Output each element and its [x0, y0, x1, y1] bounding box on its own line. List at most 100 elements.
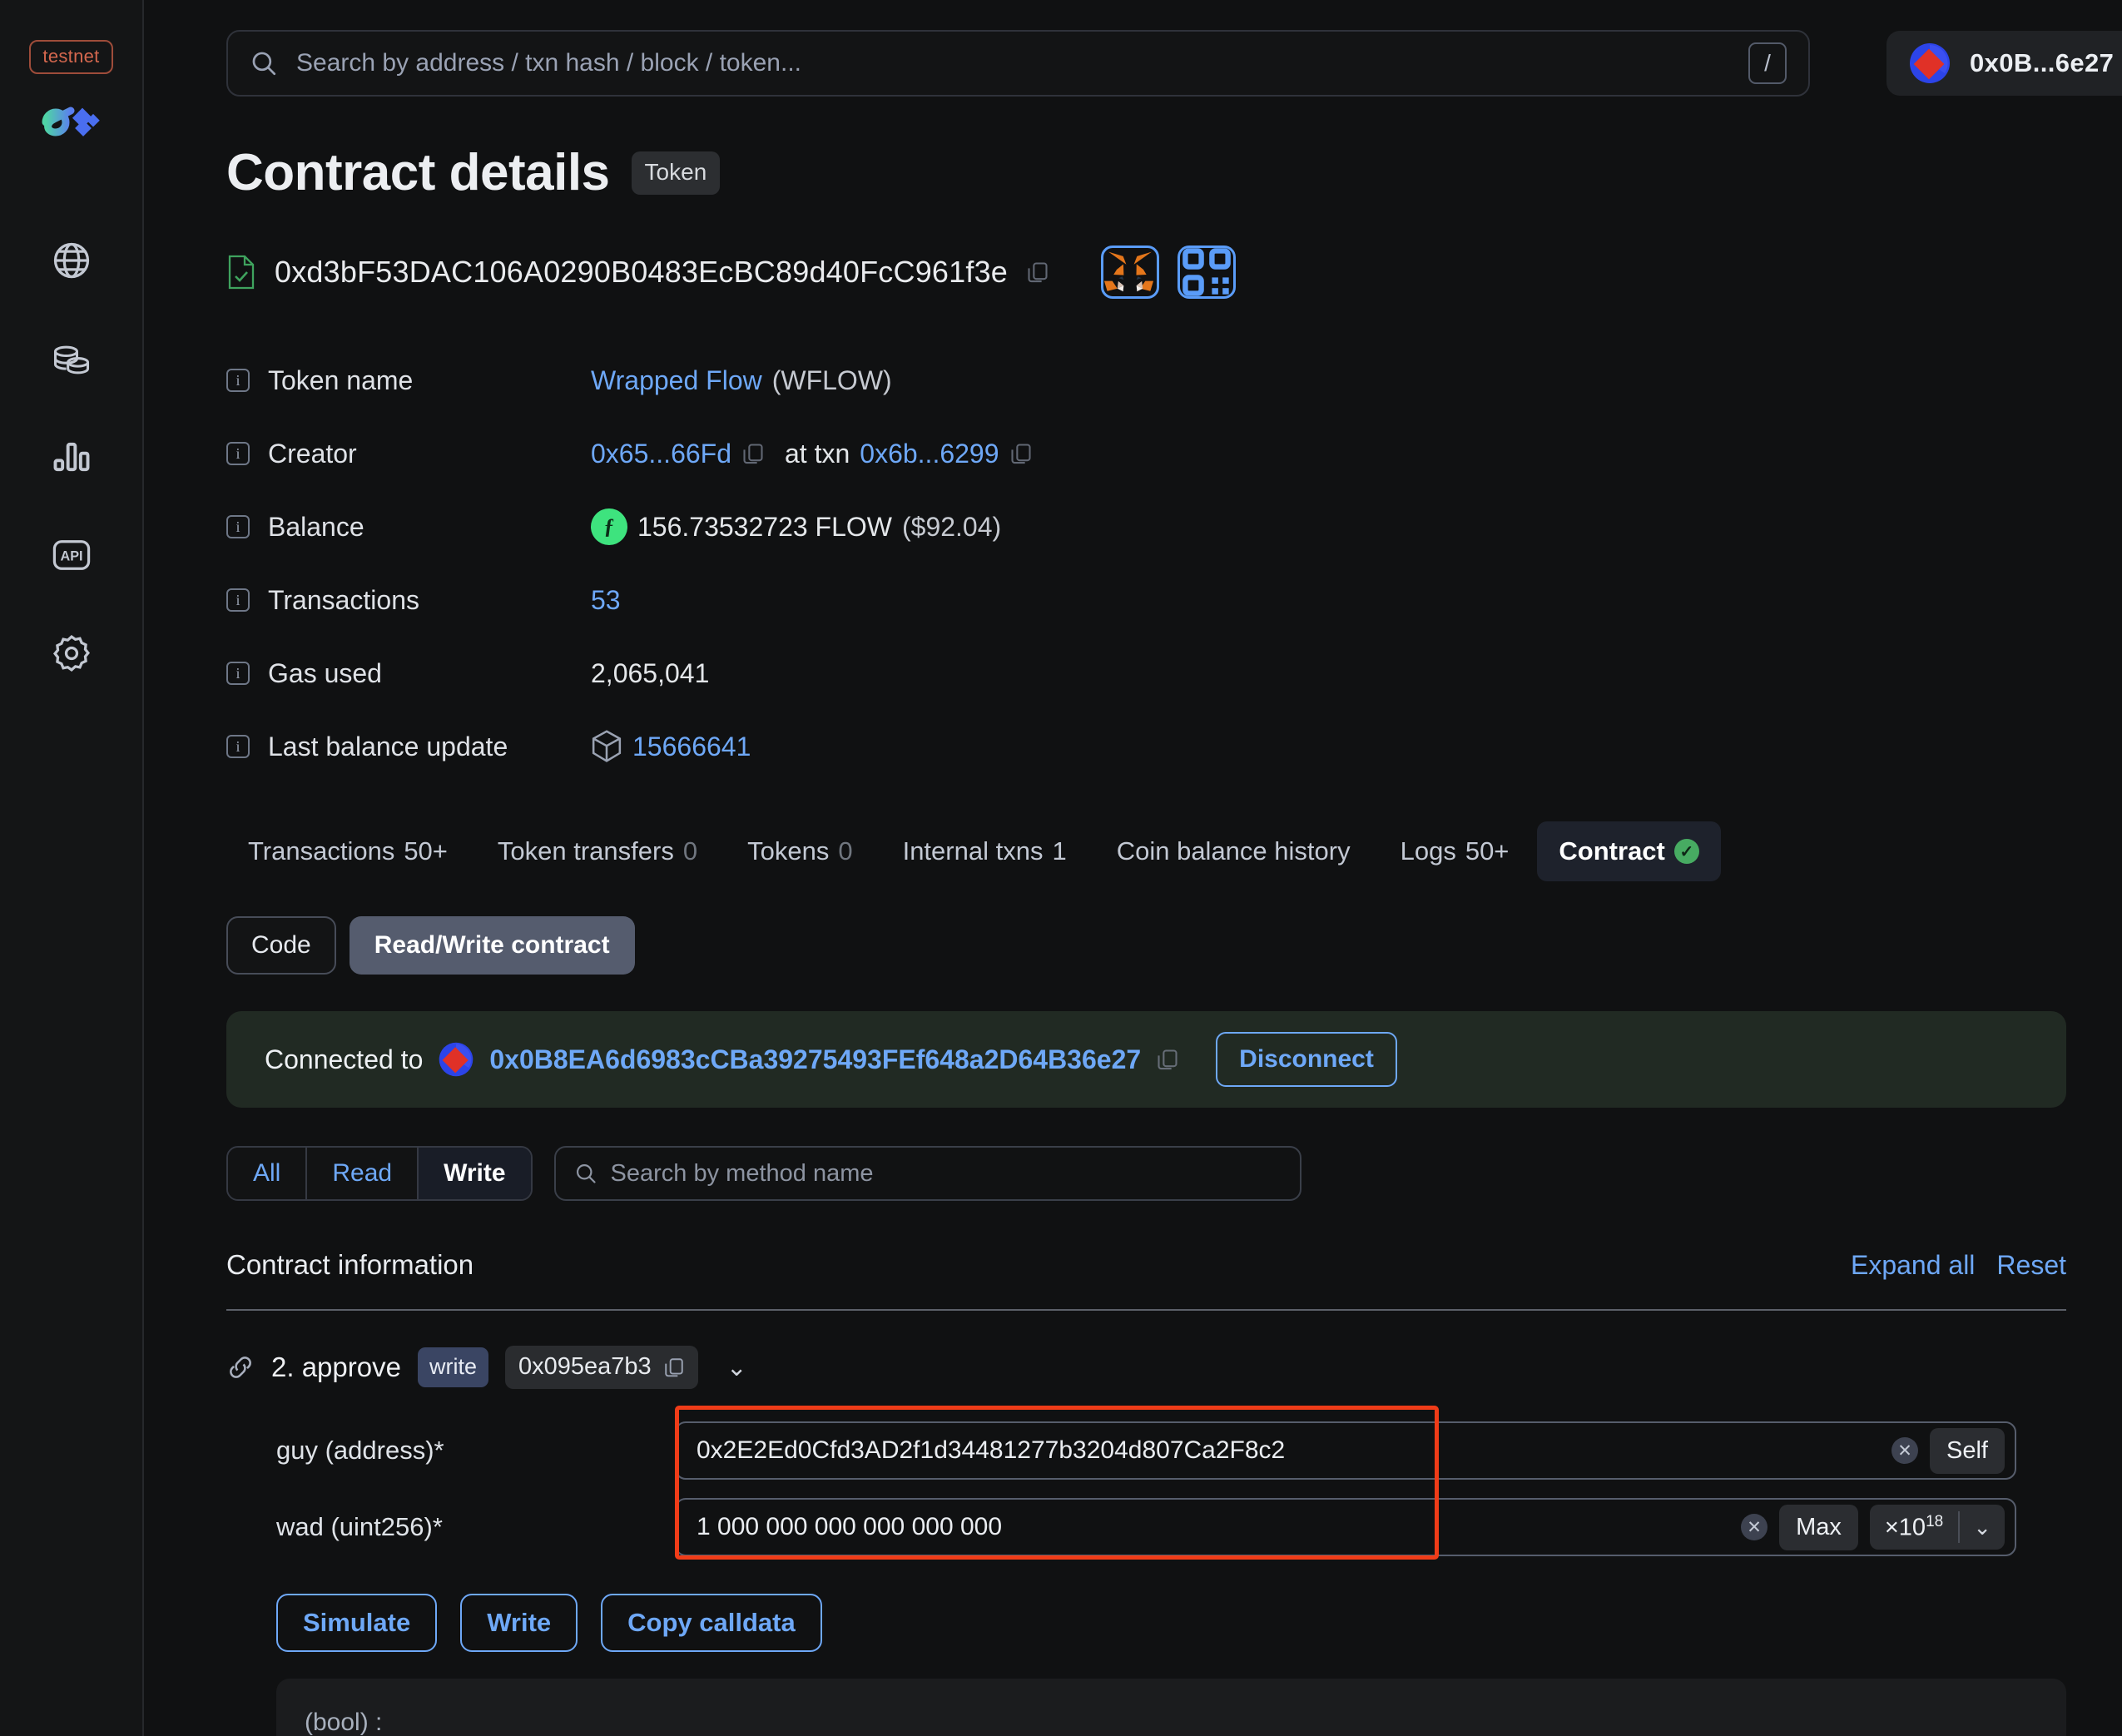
- contract-subtabs: Code Read/Write contract: [226, 916, 2122, 975]
- search-icon: [252, 52, 276, 76]
- connected-wallet-address[interactable]: 0x0B8EA6d6983cCBa39275493FEf648a2D64B36e…: [489, 1044, 1141, 1075]
- tab-tokens[interactable]: Tokens 0: [726, 821, 874, 881]
- contract-information-title: Contract information: [226, 1249, 474, 1280]
- transactions-count-link[interactable]: 53: [591, 585, 621, 616]
- tab-internal-txns[interactable]: Internal txns 1: [881, 821, 1088, 881]
- method-parameters: guy (address)* 0x2E2Ed0Cfd3AD2f1d3448127…: [226, 1406, 2122, 1565]
- flow-token-icon: ƒ: [591, 508, 627, 545]
- wallet-button[interactable]: 0x0B...6e27: [1886, 31, 2122, 96]
- copy-icon[interactable]: [1009, 441, 1033, 466]
- wallet-connected-bar: Connected to 0x0B8EA6d6983cCBa39275493FE…: [226, 1011, 2066, 1108]
- chevron-down-icon[interactable]: ⌄: [726, 1353, 747, 1382]
- info-value: Wrapped Flow (WFLOW): [591, 365, 892, 396]
- info-icon[interactable]: i: [226, 369, 250, 392]
- tab-label: Coin balance history: [1116, 836, 1351, 866]
- tab-token-transfers[interactable]: Token transfers 0: [476, 821, 719, 881]
- copy-icon[interactable]: [741, 441, 765, 466]
- code-button[interactable]: Code: [226, 916, 336, 975]
- self-button[interactable]: Self: [1930, 1427, 2005, 1474]
- method-search-box[interactable]: [553, 1146, 1301, 1201]
- info-value: 0x65...66Fd at txn 0x6b...6299: [591, 439, 1033, 469]
- info-icon[interactable]: i: [226, 662, 250, 685]
- link-icon[interactable]: [226, 1353, 255, 1381]
- contract-address: 0xd3bF53DAC106A0290B0483EcBC89d40FcC961f…: [275, 255, 1009, 289]
- sidebar-item-tokens[interactable]: [48, 335, 95, 382]
- verified-check-icon: ✓: [1673, 839, 1699, 864]
- info-row-transactions: i Transactions 53: [226, 563, 2122, 637]
- disconnect-button[interactable]: Disconnect: [1216, 1032, 1397, 1087]
- copy-calldata-button[interactable]: Copy calldata: [601, 1594, 822, 1652]
- tab-label: Transactions: [248, 836, 395, 866]
- tab-label: Logs: [1400, 836, 1456, 866]
- chevron-down-icon[interactable]: ⌄: [1960, 1515, 2005, 1540]
- param-input-guy[interactable]: 0x2E2Ed0Cfd3AD2f1d34481277b3204d807Ca2F8…: [675, 1421, 2016, 1480]
- creator-address-link[interactable]: 0x65...66Fd: [591, 439, 731, 469]
- info-value: ƒ 156.73532723 FLOW ($92.04): [591, 508, 1001, 545]
- info-icon[interactable]: i: [226, 735, 250, 758]
- blockscout-logo[interactable]: [34, 97, 109, 147]
- filter-all-button[interactable]: All: [228, 1148, 308, 1199]
- tab-logs[interactable]: Logs 50+: [1379, 821, 1531, 881]
- info-icon[interactable]: i: [226, 442, 250, 465]
- clear-icon[interactable]: ✕: [1741, 1514, 1768, 1540]
- info-icon[interactable]: i: [226, 588, 250, 612]
- info-icon[interactable]: i: [226, 515, 250, 538]
- tab-transactions[interactable]: Transactions 50+: [226, 821, 469, 881]
- sidebar-item-blockchain[interactable]: [48, 237, 95, 284]
- last-balance-block-link[interactable]: 15666641: [632, 732, 751, 762]
- main-content: / 0x0B...6e27 Contract details Token: [144, 0, 2122, 1736]
- method-type-segmented-control: All Read Write: [226, 1146, 533, 1201]
- clear-icon[interactable]: ✕: [1891, 1437, 1919, 1464]
- sidebar-item-settings[interactable]: [48, 630, 95, 677]
- tab-count: 1: [1052, 836, 1067, 866]
- page-body: Contract details Token 0xd3bF53DAC106A02…: [144, 143, 2122, 1736]
- info-value: 15666641: [591, 729, 751, 764]
- filter-write-button[interactable]: Write: [419, 1148, 531, 1199]
- contract-info-list: i Token name Wrapped Flow (WFLOW) i Crea…: [226, 344, 2122, 783]
- contract-information-actions: Expand all Reset: [1851, 1250, 2066, 1281]
- token-name-link[interactable]: Wrapped Flow: [591, 365, 762, 396]
- info-label: Balance: [268, 511, 364, 542]
- contract-address-row: 0xd3bF53DAC106A0290B0483EcBC89d40FcC961f…: [226, 246, 2122, 299]
- power-label: ×1018: [1884, 1512, 1944, 1541]
- copy-icon[interactable]: [1156, 1047, 1179, 1072]
- at-txn-label: at txn: [785, 438, 850, 469]
- tab-label: Token transfers: [497, 836, 674, 866]
- expand-all-button[interactable]: Expand all: [1851, 1250, 1975, 1281]
- param-input-wad[interactable]: 1 000 000 000 000 000 000 ✕ Max ×1018 ⌄: [675, 1498, 2016, 1556]
- read-write-contract-button[interactable]: Read/Write contract: [349, 916, 635, 975]
- qr-code-button[interactable]: [1178, 246, 1237, 299]
- sidebar-item-charts[interactable]: [48, 434, 95, 480]
- tab-count: 50+: [404, 836, 448, 866]
- search-input[interactable]: [296, 49, 1730, 77]
- copy-icon[interactable]: [663, 1356, 685, 1379]
- info-row-token-name: i Token name Wrapped Flow (WFLOW): [226, 344, 2122, 417]
- info-label: Last balance update: [268, 731, 508, 761]
- creation-txn-link[interactable]: 0x6b...6299: [860, 439, 999, 469]
- param-label: guy (address)*: [276, 1436, 444, 1465]
- balance-amount: 156.73532723 FLOW: [637, 511, 892, 542]
- search-icon: [576, 1163, 596, 1183]
- reset-button[interactable]: Reset: [1996, 1250, 2066, 1281]
- method-search-input[interactable]: [610, 1159, 1282, 1188]
- tab-label: Tokens: [747, 836, 830, 866]
- tab-contract[interactable]: Contract ✓: [1537, 821, 1721, 881]
- filter-read-button[interactable]: Read: [307, 1148, 419, 1199]
- copy-icon[interactable]: [1026, 260, 1049, 285]
- add-to-metamask-button[interactable]: [1101, 246, 1160, 299]
- tab-label: Internal txns: [902, 836, 1044, 866]
- power-selector[interactable]: ×1018 ⌄: [1869, 1505, 2005, 1550]
- info-label: Gas used: [268, 657, 382, 688]
- qr-code-icon: [1182, 248, 1231, 296]
- method-selector: 0x095ea7b3: [504, 1346, 698, 1389]
- write-button[interactable]: Write: [460, 1594, 578, 1652]
- tab-coin-balance-history[interactable]: Coin balance history: [1095, 821, 1372, 881]
- param-row-guy: guy (address)* 0x2E2Ed0Cfd3AD2f1d3448127…: [226, 1412, 2122, 1489]
- sidebar-item-api[interactable]: API: [48, 532, 95, 578]
- tab-count: 50+: [1465, 836, 1510, 866]
- testnet-badge: testnet: [29, 40, 113, 74]
- max-button[interactable]: Max: [1779, 1504, 1858, 1550]
- simulate-button[interactable]: Simulate: [276, 1594, 438, 1652]
- global-search-box[interactable]: /: [226, 30, 1810, 97]
- contract-tabs: Transactions 50+ Token transfers 0 Token…: [226, 821, 2122, 881]
